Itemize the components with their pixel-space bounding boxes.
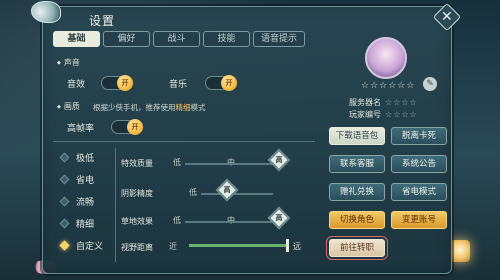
download-voice-pack-button[interactable]: 下载语音包 [329,127,385,145]
player-id-label: 玩家编号 [349,110,381,119]
server-info: 服务器名 ☆☆☆☆ [349,97,418,108]
preset-fine[interactable]: 精细 [53,212,113,234]
basic-settings: 声音 音效 开 音乐 开 画质 根据少侠手机，推荐使用精细模式 高帧率 开 [53,53,325,135]
change-account-button[interactable]: 变更账号 [391,211,447,229]
view-distance-slider-handle[interactable] [286,239,289,252]
preset-power-saving[interactable]: 省电 [53,168,113,190]
view-distance-row: 视野距离 近 远 [121,238,311,258]
handle-level-label: 高 [223,186,231,194]
toggle-knob: 开 [117,75,133,91]
switch-character-button[interactable]: 切换角色 [329,211,385,229]
preset-label: 极低 [76,153,95,164]
tab-preferences[interactable]: 偏好 [103,31,150,47]
effects-quality-slider-handle[interactable]: 高 [267,148,291,172]
sound-section-title: 声音 [57,57,80,68]
radio-diamond-icon [59,174,70,184]
toggle-knob: 开 [127,119,143,135]
preset-label: 流畅 [76,197,95,208]
hint-prefix: 根据少侠手机，推荐使用 [93,103,176,112]
effects-quality-label: 特效质量 [121,159,153,168]
system-notice-button[interactable]: 系统公告 [391,155,447,173]
edit-name-icon[interactable]: ✎ [423,77,437,91]
sound-effects-label: 音效 [67,80,86,90]
tab-voice-prompts[interactable]: 语音提示 [253,31,305,47]
avatar[interactable] [365,37,407,79]
sound-effects-toggle[interactable]: 开 [101,75,133,91]
window-title: 设置 [89,14,116,28]
hint-recommended-mode: 精细 [175,103,191,112]
preset-label: 精细 [76,219,95,230]
handle-level-label: 高 [275,156,283,164]
view-distance-slider-track[interactable] [189,244,287,247]
preset-very-low[interactable]: 极低 [53,146,113,168]
unstuck-button[interactable]: 脱离卡死 [391,127,447,145]
gift-redeem-button[interactable]: 赠礼兑换 [329,183,385,201]
contact-support-button[interactable]: 联系客服 [329,155,385,173]
player-id-info: 玩家编号 ☆☆☆☆ [349,109,418,120]
tab-skills[interactable]: 技能 [203,31,250,47]
view-distance-far-label: 远 [293,242,301,251]
grass-effect-label: 草地效果 [121,217,153,226]
high-fps-label: 高帧率 [67,124,95,134]
hint-suffix: 模式 [190,103,206,112]
server-value: ☆☆☆☆ [385,98,418,107]
level-low-label: 低 [173,216,181,225]
player-id-value: ☆☆☆☆ [385,110,418,119]
effects-quality-row: 特效质量 低 中 高 [121,148,311,174]
shadow-precision-slider-track[interactable] [201,193,273,195]
toggle-knob: 开 [221,75,237,91]
close-icon: ✕ [441,8,453,25]
tab-basic[interactable]: 基础 [53,31,100,47]
radio-diamond-icon [59,196,70,206]
preset-label: 省电 [76,175,95,186]
music-toggle[interactable]: 开 [205,75,237,91]
graphics-recommendation-hint: 根据少侠手机，推荐使用精细模式 [93,102,206,113]
radio-diamond-icon [59,152,70,162]
title-bar: 设置 ✕ [31,1,462,32]
grass-effect-slider-handle[interactable]: 高 [267,206,291,230]
settings-emblem-icon [31,1,61,23]
preset-label: 自定义 [76,241,104,252]
view-distance-label: 视野距离 [121,243,153,252]
handle-level-label: 高 [275,214,283,222]
shadow-precision-label: 阴影精度 [121,189,153,198]
radio-diamond-selected-icon [59,240,70,250]
class-transfer-button[interactable]: 前往转职 [326,236,388,260]
settings-panel: 设置 ✕ 基础 偏好 战斗 技能 语音提示 声音 音效 开 音乐 开 画质 根据… [31,1,462,274]
grass-effect-slider-track[interactable] [185,221,277,223]
tab-combat[interactable]: 战斗 [153,31,200,47]
player-name: ☆☆☆☆☆☆ [361,81,416,91]
grass-effect-row: 草地效果 低 中 高 [121,206,311,232]
settings-tabs: 基础 偏好 战斗 技能 语音提示 [53,31,305,47]
server-label: 服务器名 [349,98,381,107]
profile-panel: ☆☆☆☆☆☆ ✎ 服务器名 ☆☆☆☆ 玩家编号 ☆☆☆☆ 下载语音包 脱离卡死 联系… [326,33,447,269]
level-low-label: 低 [189,188,197,197]
divider [115,148,116,262]
preset-smooth[interactable]: 流畅 [53,190,113,212]
graphics-preset-list: 极低 省电 流畅 精细 自定义 [53,146,113,256]
graphics-custom-settings: 极低 省电 流畅 精细 自定义 特效质量 低 中 高 阴影精度 低 高 草地效果… [53,141,315,265]
shadow-precision-row: 阴影精度 低 高 [121,178,311,204]
high-fps-toggle[interactable]: 开 [111,119,143,135]
preset-custom[interactable]: 自定义 [53,234,113,256]
music-label: 音乐 [169,80,188,90]
radio-diamond-icon [59,218,70,228]
power-saving-mode-button[interactable]: 省电模式 [391,183,447,201]
lantern-decoration-icon [450,240,470,262]
view-distance-near-label: 近 [169,242,177,251]
shadow-precision-slider-handle[interactable]: 高 [215,178,239,202]
level-low-label: 低 [173,158,181,167]
graphics-section-title: 画质 [57,101,80,112]
effects-quality-slider-track[interactable] [185,163,277,165]
